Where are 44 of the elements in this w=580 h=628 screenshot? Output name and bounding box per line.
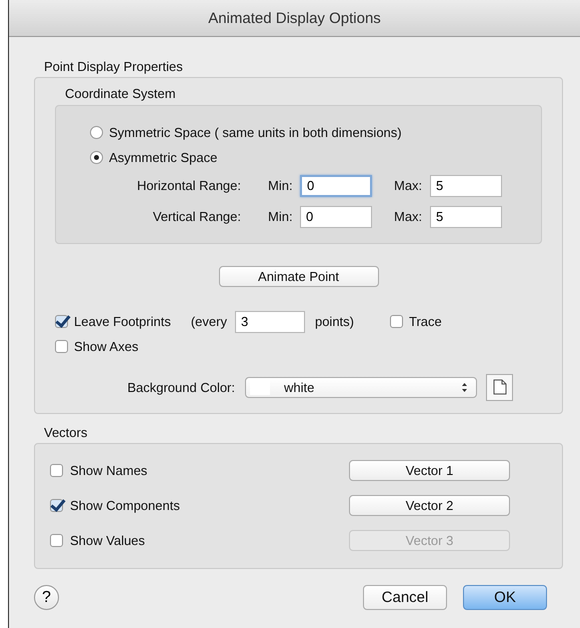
color-dropdown[interactable]: white xyxy=(245,376,477,398)
min-field[interactable]: 0 xyxy=(300,206,372,228)
max-label: Max: xyxy=(394,209,424,224)
radio-button[interactable] xyxy=(90,151,103,164)
checkbox[interactable] xyxy=(50,464,63,476)
checkbox-label: Show Components xyxy=(70,498,181,512)
every-label: (every xyxy=(190,314,227,329)
checkbox-label: Show Names xyxy=(70,462,148,478)
radio-label: Asymmetric Space xyxy=(109,150,218,165)
range-label: Horizontal Range: xyxy=(136,178,241,193)
checkbox[interactable] xyxy=(55,315,68,328)
background-color-label: Background Color: xyxy=(126,380,235,394)
checkbox-label: Show Values xyxy=(70,532,146,548)
min-label: Min: xyxy=(268,178,294,193)
checkbox[interactable] xyxy=(50,498,63,512)
checkbox[interactable] xyxy=(55,340,68,353)
section-label: Vectors xyxy=(44,425,88,440)
checkbox-label: Show Axes xyxy=(74,339,138,354)
vector-button[interactable]: Vector 1 xyxy=(349,460,510,480)
dialog-button[interactable]: OK xyxy=(463,585,547,610)
max-label: Max: xyxy=(394,178,424,193)
animate-point-button[interactable]: Animate Point xyxy=(218,266,378,287)
updown-arrows-icon xyxy=(461,382,468,392)
max-field[interactable]: 5 xyxy=(430,174,502,196)
section-label: Coordinate System xyxy=(65,86,177,101)
vector-button[interactable]: Vector 2 xyxy=(349,494,510,516)
page-button[interactable] xyxy=(486,374,513,400)
help-button[interactable]: ? xyxy=(34,585,59,610)
color-swatch xyxy=(250,380,270,394)
checkbox[interactable] xyxy=(390,315,403,328)
every-field[interactable]: 3 xyxy=(234,310,305,332)
checkbox-label: Trace xyxy=(409,314,442,329)
checkbox-label: Leave Footprints xyxy=(74,314,171,329)
points-label: points) xyxy=(314,314,354,329)
radio-button[interactable] xyxy=(90,126,103,139)
range-label: Vertical Range: xyxy=(152,209,241,224)
min-field[interactable]: 0 xyxy=(300,174,372,196)
window-title: Animated Display Options xyxy=(208,10,381,26)
section-label: Point Display Properties xyxy=(44,59,184,74)
page-icon xyxy=(492,379,506,395)
min-label: Min: xyxy=(268,209,294,224)
radio-label: Symmetric Space ( same units in both dimensions) xyxy=(109,125,402,140)
max-field[interactable]: 5 xyxy=(430,206,502,228)
dialog-button[interactable]: Cancel xyxy=(363,585,447,610)
